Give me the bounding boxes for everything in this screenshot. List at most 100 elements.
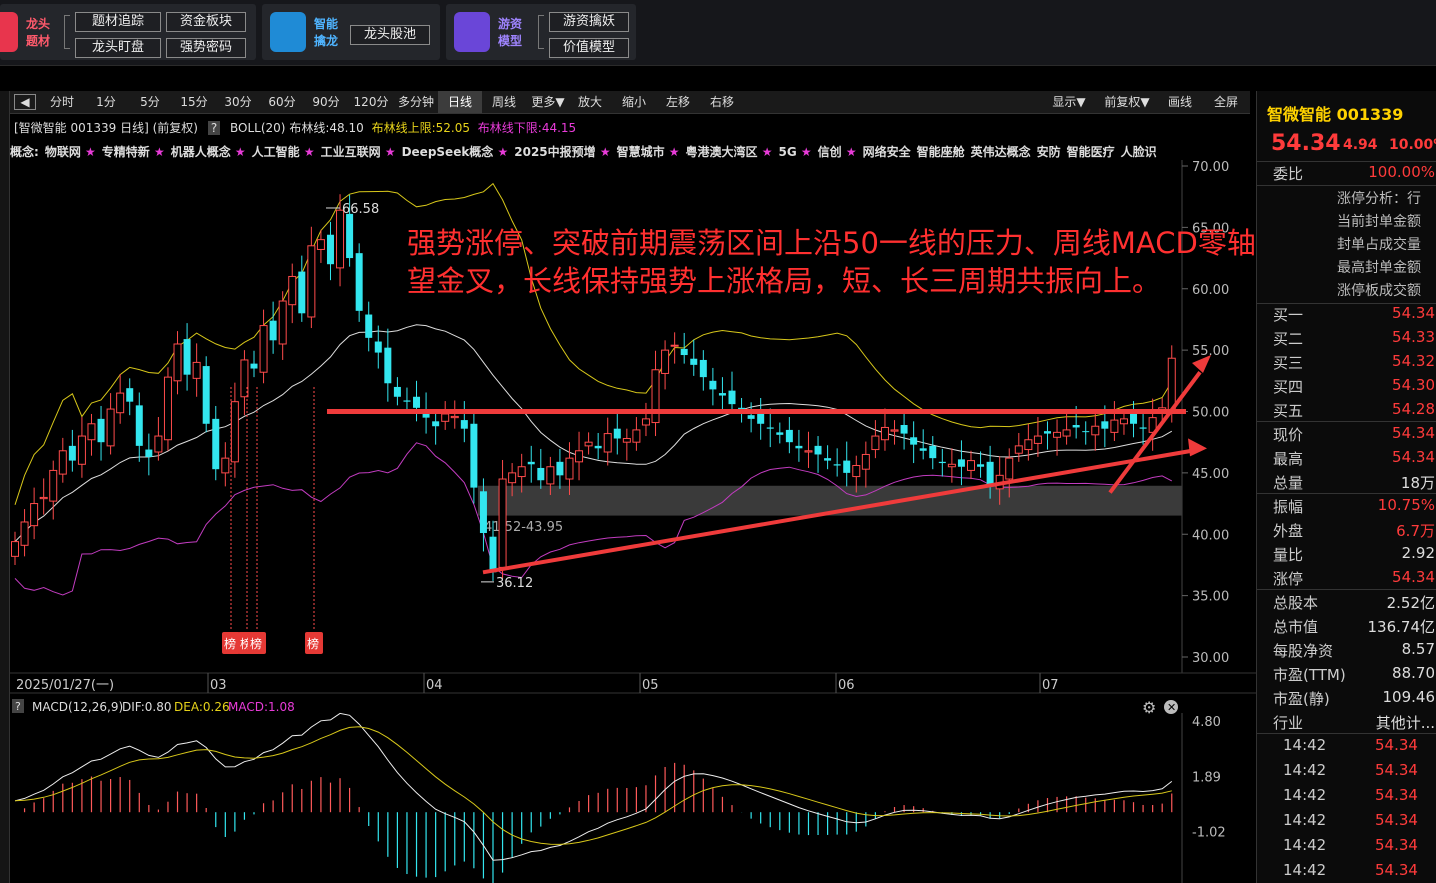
concept-item[interactable]: 专精特新 ★	[102, 145, 165, 159]
leader-watch-button[interactable]: 龙头盯盘	[75, 38, 161, 58]
concept-item[interactable]: 安防	[1037, 145, 1061, 159]
tick-time: 14:42	[1283, 736, 1327, 754]
chart-right-tool-1[interactable]: 前复权▼	[1100, 91, 1154, 113]
bracket-icon	[538, 15, 544, 49]
period-tab-0[interactable]: 分时	[40, 91, 84, 113]
price-axis-label: 50.00	[1192, 406, 1229, 421]
toolbar-group-hot-money: 游资模型 游资擒妖 价值模型	[446, 4, 636, 60]
fundamental-label: 市盈(TTM)	[1273, 666, 1346, 684]
concept-item[interactable]: 物联网 ★	[45, 145, 96, 159]
candle-body	[288, 275, 297, 306]
chart-tool-2[interactable]: 左移	[656, 91, 700, 113]
concept-item[interactable]: DeepSeek概念 ★	[402, 145, 509, 159]
tick-row: 14:42 54.34	[1257, 836, 1436, 860]
concept-item[interactable]: 智能医疗	[1067, 145, 1115, 159]
concept-name: 信创	[817, 145, 842, 159]
boll-lower: 布林线下限:44.15	[477, 121, 577, 135]
candle-body	[556, 461, 564, 476]
period-tab-9[interactable]: 日线	[438, 91, 482, 113]
tick-time: 14:42	[1283, 836, 1327, 854]
concept-item[interactable]: 信创 ★	[818, 145, 857, 159]
chart-right-tool-0[interactable]: 显示▼	[1044, 91, 1094, 113]
star-icon: ★	[757, 145, 773, 159]
chart-toolbar: ◀ 分时 1分 5分 15分 30分 60分 90分 120分 多分钟 日线 周线 更多▼ 放大 缩小左…	[10, 91, 1250, 114]
concept-item[interactable]: 智慧城市 ★	[617, 145, 680, 159]
help-icon[interactable]: ?	[207, 121, 221, 135]
candle-body	[508, 472, 517, 484]
fundamental-row: 总市值 136.74亿	[1257, 616, 1436, 640]
candle-body	[432, 421, 440, 427]
candle-body	[718, 393, 726, 396]
star-icon: ★	[380, 145, 396, 159]
concept-item[interactable]: 5G ★	[779, 145, 812, 159]
chart-right-tool-2[interactable]: 画线	[1158, 91, 1202, 113]
quote-row: 现价 54.34	[1257, 424, 1436, 448]
stat-label: 外盘	[1273, 522, 1304, 540]
candle-body	[413, 396, 421, 408]
stat-label: 涨停	[1273, 570, 1304, 588]
theme-track-button[interactable]: 题材追踪	[75, 12, 161, 32]
divider	[1257, 421, 1436, 422]
candle-body	[1024, 439, 1033, 451]
candle-body	[622, 438, 631, 443]
concept-item[interactable]: 机器人概念 ★	[171, 145, 246, 159]
analysis-annotation: 强势涨停、突破前期震荡区间上沿50一线的压力、周线MACD零轴上有望金叉，长线保…	[407, 226, 1314, 298]
chart-tool-1[interactable]: 缩小	[612, 91, 656, 113]
candle-body	[1130, 413, 1138, 424]
period-tab-1[interactable]: 1分	[84, 91, 128, 113]
period-tab-10[interactable]: 周线	[482, 91, 526, 113]
period-tab-4[interactable]: 30分	[216, 91, 260, 113]
bid-price: 54.28	[1392, 400, 1435, 418]
period-tab-6[interactable]: 90分	[304, 91, 348, 113]
period-tab-2[interactable]: 5分	[128, 91, 172, 113]
candle-body	[871, 435, 880, 451]
concept-item[interactable]: 智能座舱	[917, 145, 965, 159]
candle-body	[929, 445, 937, 459]
tick-row: 14:42 54.34	[1257, 861, 1436, 883]
concept-name: 网络安全	[862, 145, 911, 159]
bid-price: 54.33	[1392, 328, 1435, 346]
concept-item[interactable]: 英伟达概念	[971, 145, 1031, 159]
boll-upper: 布林线上限:52.05	[371, 121, 470, 135]
dragon-pool-button[interactable]: 龙头股池	[350, 25, 430, 45]
period-tab-7[interactable]: 120分	[348, 91, 394, 113]
fund-sector-button[interactable]: 资金板块	[166, 12, 246, 32]
period-tab-3[interactable]: 15分	[172, 91, 216, 113]
chart-right-tool-3[interactable]: 全屏	[1206, 91, 1246, 113]
candle-body	[728, 390, 736, 405]
collapse-left-icon[interactable]: ◀	[14, 94, 36, 110]
concept-name: 机器人概念	[170, 145, 231, 159]
fundamental-row: 市盈(TTM) 88.70	[1257, 664, 1436, 688]
candle-body	[919, 448, 927, 451]
stat-row: 量比 2.92	[1257, 544, 1436, 568]
candle-body	[938, 461, 946, 464]
chart-tool-0[interactable]: 放大	[568, 91, 612, 113]
period-tab-5[interactable]: 60分	[260, 91, 304, 113]
concept-name: 智能医疗	[1066, 145, 1115, 159]
period-tab-8[interactable]: 多分钟	[394, 91, 438, 113]
candle-body	[613, 428, 621, 439]
value-model-button[interactable]: 价值模型	[549, 38, 629, 58]
weibi-value: 100.00%	[1368, 163, 1435, 181]
candle-body	[1082, 431, 1090, 433]
concept-item[interactable]: 工业互联网 ★	[321, 145, 396, 159]
macd-value: MACD:1.08	[228, 700, 295, 714]
rank-badge-label: 榜	[250, 636, 262, 651]
tick-row: 14:42 54.34	[1257, 786, 1436, 810]
chart-tool-3[interactable]: 右移	[700, 91, 744, 113]
tick-row: 14:42 54.34	[1257, 761, 1436, 785]
bid-price: 54.34	[1392, 304, 1435, 322]
candle-body	[641, 418, 650, 426]
concept-item[interactable]: 2025中报预增 ★	[514, 145, 610, 159]
candle-body	[1062, 429, 1071, 437]
strong-code-button[interactable]: 强势密码	[166, 38, 246, 58]
hot-money-monster-button[interactable]: 游资擒妖	[549, 12, 629, 32]
period-tab-11[interactable]: 更多▼	[526, 91, 570, 113]
concept-item[interactable]: 人工智能 ★	[252, 145, 315, 159]
concept-item[interactable]: 网络安全	[863, 145, 911, 159]
limit-analysis-row: 涨停板成交额	[1337, 283, 1421, 299]
candle-body	[58, 450, 67, 475]
concept-item[interactable]: 粤港澳大湾区 ★	[686, 145, 773, 159]
concept-item[interactable]: 人脸识	[1121, 145, 1157, 159]
date-axis-label: 05	[642, 678, 659, 693]
